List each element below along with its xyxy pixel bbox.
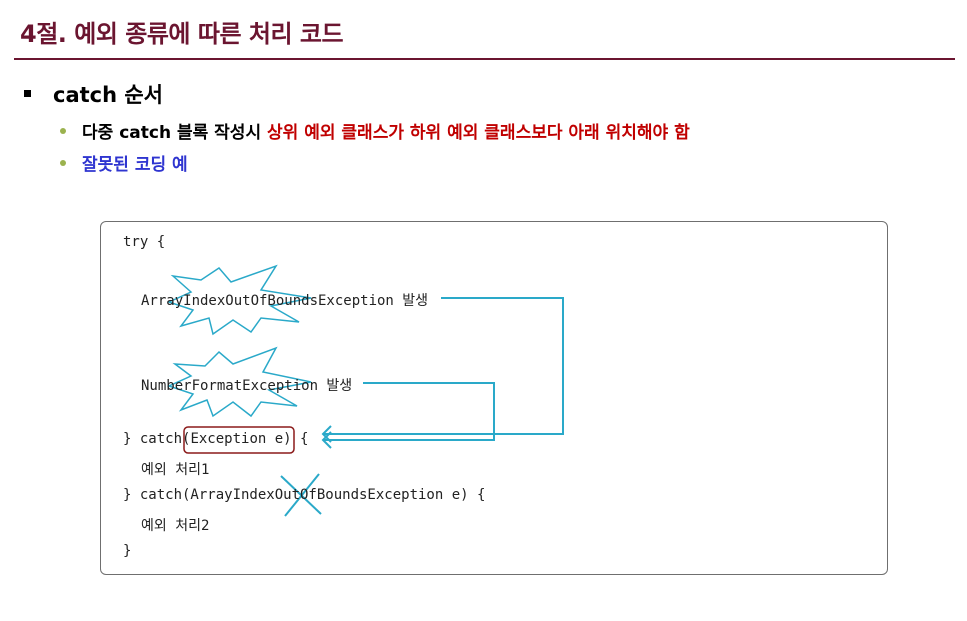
dot-bullet-icon	[60, 128, 66, 134]
code-catch-1: } catch(Exception e) {	[123, 431, 308, 447]
bullet-catch-order: catch 순서	[24, 79, 163, 109]
code-close: }	[123, 543, 132, 559]
catch-brace: {	[291, 431, 309, 447]
code-exception-1: ArrayIndexOutOfBoundsException 발생	[141, 293, 429, 309]
page-title: 4절. 예외 종류에 따른 처리 코드	[20, 20, 344, 48]
wrong-example-text: 잘못된 코딩 예	[82, 155, 188, 175]
code-example-box: try { ArrayIndexOutOfBoundsException 발생 …	[100, 221, 888, 575]
dot-bullet-icon	[60, 160, 66, 166]
code-handler-1: 예외 처리1	[141, 462, 210, 478]
catch-keyword: } catch	[123, 431, 183, 447]
title-divider	[14, 58, 955, 60]
catch-param-exception: (Exception e)	[182, 431, 292, 447]
code-catch-2: } catch(ArrayIndexOutOfBoundsException e…	[123, 487, 486, 503]
square-bullet-icon	[24, 89, 31, 97]
code-handler-2: 예외 처리2	[141, 518, 210, 534]
code-exception-2: NumberFormatException 발생	[141, 378, 353, 394]
code-annotations	[166, 264, 564, 517]
rule-text: 다중 catch 블록 작성시	[82, 123, 268, 143]
bullet-text: catch 순서	[53, 83, 164, 107]
sub-bullet-rule: 다중 catch 블록 작성시 상위 예외 클래스가 하위 예외 클래스보다 아…	[60, 118, 690, 143]
code-try-open: try {	[123, 234, 166, 250]
sub-bullet-wrong-example: 잘못된 코딩 예	[60, 150, 188, 175]
arrow-line-1	[323, 297, 564, 435]
rule-highlight-text: 상위 예외 클래스가 하위 예외 클래스보다 아래 위치해야 함	[267, 123, 690, 143]
